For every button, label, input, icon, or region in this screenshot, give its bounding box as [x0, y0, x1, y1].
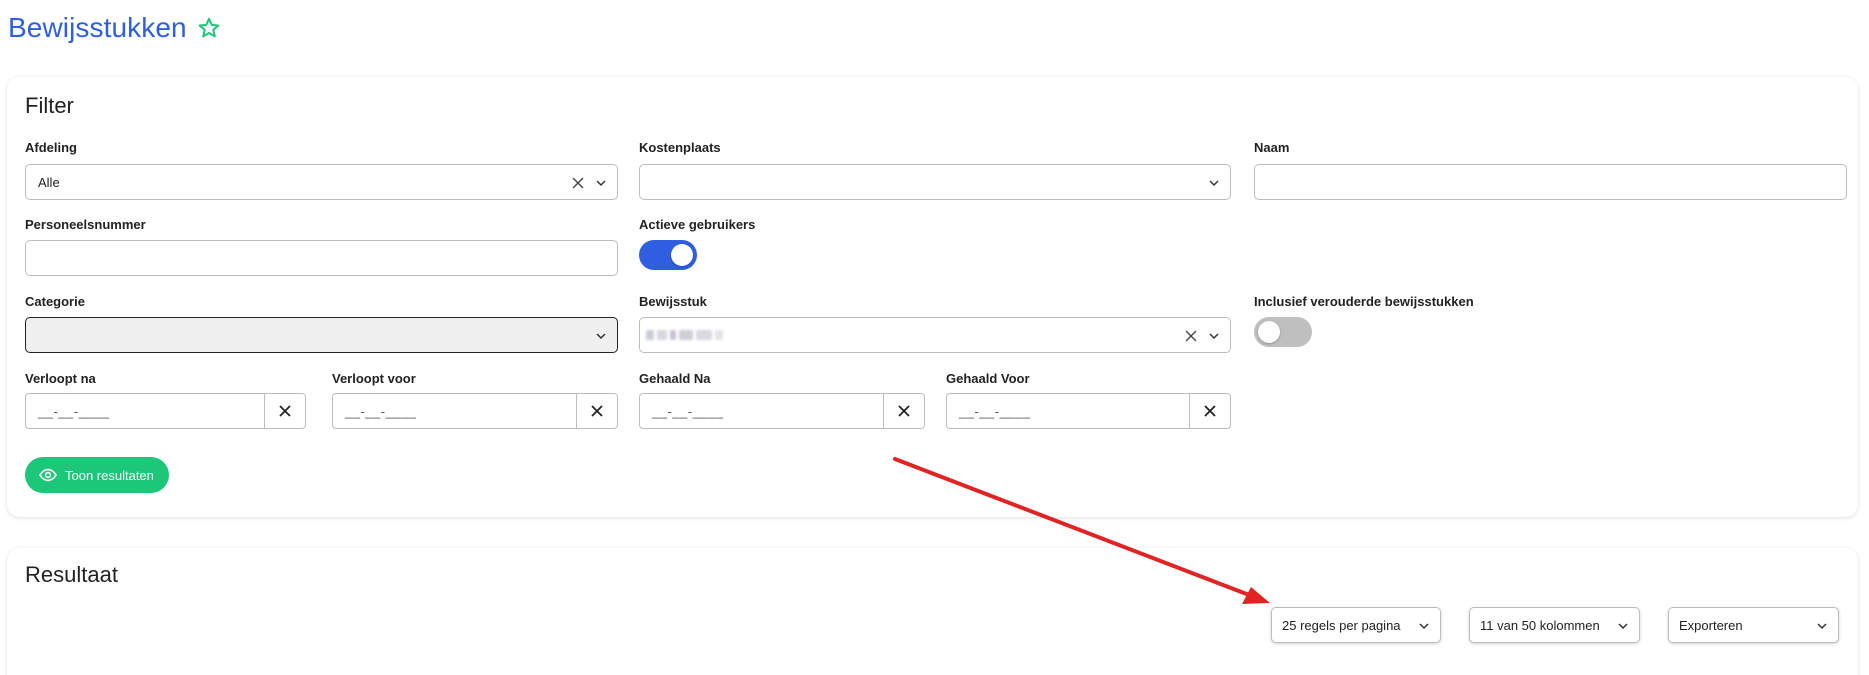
gehaald-na-clear-button[interactable]: [883, 393, 925, 429]
rows-per-page-value: 25 regels per pagina: [1282, 618, 1401, 633]
verloopt-voor-clear-button[interactable]: [576, 393, 618, 429]
filter-title: Filter: [25, 93, 74, 118]
redacted-value: [646, 330, 736, 344]
verloopt-voor-input[interactable]: __-__-____: [332, 393, 576, 429]
bewijsstuk-label: Bewijsstuk: [639, 294, 707, 309]
chevron-down-icon: [596, 333, 606, 340]
date-mask: __-__-____: [345, 404, 417, 419]
clear-icon[interactable]: [571, 176, 585, 190]
afdeling-label: Afdeling: [25, 140, 77, 155]
bewijsstuk-select[interactable]: [639, 317, 1231, 353]
chevron-down-icon: [1209, 180, 1219, 187]
gehaald-voor-input[interactable]: __-__-____: [946, 393, 1189, 429]
toon-resultaten-button[interactable]: Toon resultaten: [25, 457, 169, 493]
export-value: Exporteren: [1679, 618, 1743, 633]
verloopt-voor-label: Verloopt voor: [332, 371, 416, 386]
toon-resultaten-label: Toon resultaten: [65, 467, 154, 483]
chevron-down-icon: [1817, 623, 1827, 630]
result-card: Resultaat 25 regels per pagina 11 van 50…: [7, 548, 1858, 675]
verloopt-na-input[interactable]: __-__-____: [25, 393, 264, 429]
inclusief-verouderd-label: Inclusief verouderde bewijsstukken: [1254, 294, 1474, 309]
personeelsnummer-label: Personeelsnummer: [25, 217, 146, 232]
clear-icon[interactable]: [1184, 329, 1198, 343]
gehaald-voor-clear-button[interactable]: [1189, 393, 1231, 429]
kostenplaats-label: Kostenplaats: [639, 140, 721, 155]
verloopt-voor-group: __-__-____: [332, 393, 618, 429]
date-mask: __-__-____: [959, 404, 1031, 419]
gehaald-na-input[interactable]: __-__-____: [639, 393, 883, 429]
personeelsnummer-input[interactable]: [25, 240, 618, 276]
verloopt-na-label: Verloopt na: [25, 371, 96, 386]
naam-input[interactable]: [1254, 164, 1847, 200]
chevron-down-icon: [596, 180, 606, 187]
close-icon: [1204, 405, 1216, 417]
gehaald-voor-label: Gehaald Voor: [946, 371, 1030, 386]
close-icon: [591, 405, 603, 417]
gehaald-na-group: __-__-____: [639, 393, 925, 429]
close-icon: [898, 405, 910, 417]
chevron-down-icon: [1618, 623, 1628, 630]
result-title: Resultaat: [25, 562, 118, 587]
star-outline-icon[interactable]: [197, 16, 221, 40]
categorie-select[interactable]: [25, 317, 618, 353]
page-header: Bewijsstukken: [8, 12, 221, 44]
columns-select[interactable]: 11 van 50 kolommen: [1469, 607, 1640, 643]
toggle-knob: [671, 244, 693, 266]
date-mask: __-__-____: [652, 404, 724, 419]
eye-icon: [39, 468, 57, 482]
categorie-label: Categorie: [25, 294, 85, 309]
actieve-gebruikers-label: Actieve gebruikers: [639, 217, 756, 232]
toggle-knob: [1258, 321, 1280, 343]
page-title: Bewijsstukken: [8, 12, 187, 43]
inclusief-verouderd-toggle[interactable]: [1254, 317, 1312, 347]
date-mask: __-__-____: [38, 404, 110, 419]
rows-per-page-select[interactable]: 25 regels per pagina: [1271, 607, 1441, 643]
naam-label: Naam: [1254, 140, 1290, 155]
gehaald-na-label: Gehaald Na: [639, 371, 711, 386]
close-icon: [279, 405, 291, 417]
export-select[interactable]: Exporteren: [1668, 607, 1839, 643]
actieve-gebruikers-toggle[interactable]: [639, 240, 697, 270]
page: Bewijsstukken Filter Afdeling Alle Koste…: [0, 0, 1869, 675]
afdeling-select[interactable]: Alle: [25, 164, 618, 200]
gehaald-voor-group: __-__-____: [946, 393, 1231, 429]
verloopt-na-group: __-__-____: [25, 393, 306, 429]
filter-card: Filter Afdeling Alle Kostenplaats Naam P…: [7, 77, 1858, 517]
kostenplaats-select[interactable]: [639, 164, 1231, 200]
chevron-down-icon: [1419, 623, 1429, 630]
afdeling-value: Alle: [38, 175, 60, 190]
chevron-down-icon: [1209, 333, 1219, 340]
columns-value: 11 van 50 kolommen: [1480, 618, 1600, 633]
verloopt-na-clear-button[interactable]: [264, 393, 306, 429]
